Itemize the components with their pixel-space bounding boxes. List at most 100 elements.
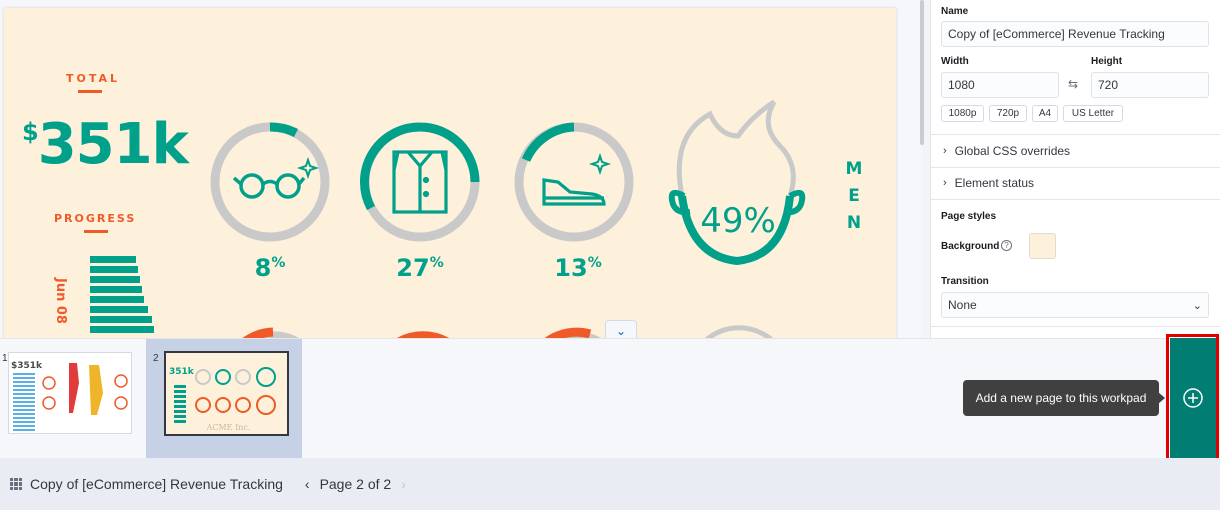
progress-date: Jun 08 bbox=[53, 278, 68, 324]
previous-page-icon[interactable]: ‹ bbox=[305, 476, 310, 492]
shoes-percent: 13% bbox=[518, 254, 638, 282]
shirt-icon bbox=[392, 150, 448, 214]
row2-ring bbox=[368, 324, 478, 338]
element-status-label: Element status bbox=[954, 176, 1035, 190]
glasses-ring-graphic bbox=[210, 122, 330, 242]
chevron-down-icon: ⌄ bbox=[615, 324, 627, 338]
workpad-settings-sidebar: Name Copy of [eCommerce] Revenue Trackin… bbox=[930, 0, 1220, 338]
total-amount: 351k bbox=[37, 112, 189, 177]
help-icon[interactable]: ? bbox=[1001, 240, 1012, 251]
page-styles-label: Page styles bbox=[941, 211, 997, 222]
progress-bar bbox=[90, 266, 138, 273]
height-input[interactable]: 720 bbox=[1091, 72, 1209, 98]
preset-1080p-button[interactable]: 1080p bbox=[941, 105, 984, 122]
shoes-percent-value: 13 bbox=[554, 254, 588, 282]
progress-bar bbox=[90, 256, 136, 263]
row2-ring-graphic bbox=[704, 325, 774, 338]
add-page-button[interactable] bbox=[1170, 338, 1216, 458]
page-thumbnail-slot-2[interactable]: 2 351k ACME Inc. bbox=[146, 339, 302, 459]
page-indicator: Page 2 of 2 bbox=[319, 476, 392, 492]
progress-bar bbox=[90, 306, 148, 313]
row2-ring bbox=[684, 316, 794, 338]
chevron-right-icon: › bbox=[943, 145, 947, 157]
canvas-area: TOTAL $351k PROGRESS Jun 08 8% 27% 13% 4… bbox=[0, 0, 922, 338]
swap-dimensions-icon[interactable]: ⇆ bbox=[1068, 77, 1078, 91]
progress-underline bbox=[84, 230, 108, 233]
progress-bar bbox=[90, 316, 152, 323]
canvas-app: TOTAL $351k PROGRESS Jun 08 8% 27% 13% 4… bbox=[0, 0, 1220, 510]
transition-select[interactable]: None ⌄ bbox=[941, 292, 1209, 318]
divider bbox=[931, 167, 1220, 168]
name-label: Name bbox=[941, 6, 969, 17]
shirt-percent-value: 27 bbox=[396, 254, 430, 282]
progress-bar bbox=[90, 286, 142, 293]
add-page-tooltip: Add a new page to this workpad bbox=[963, 380, 1159, 416]
shirt-percent-unit: % bbox=[429, 255, 444, 271]
total-label: TOTAL bbox=[66, 72, 121, 85]
preset-720p-button[interactable]: 720p bbox=[989, 105, 1027, 122]
men-letter: M bbox=[845, 159, 863, 179]
glasses-percent: 8% bbox=[210, 254, 330, 282]
total-value: $351k bbox=[22, 112, 189, 177]
page-number: 2 bbox=[153, 353, 159, 364]
divider bbox=[931, 326, 1220, 327]
next-page-icon[interactable]: › bbox=[401, 476, 406, 492]
shoes-ring-graphic bbox=[514, 122, 634, 242]
progress-stack bbox=[90, 256, 160, 336]
page-number: 1 bbox=[2, 353, 8, 364]
workpad-page[interactable]: TOTAL $351k PROGRESS Jun 08 8% 27% 13% 4… bbox=[4, 8, 896, 338]
head-graphic: 49% bbox=[660, 96, 814, 272]
progress-bar bbox=[90, 296, 144, 303]
chevron-right-icon: › bbox=[943, 177, 947, 189]
thumb2-footer: ACME Inc. bbox=[206, 423, 251, 432]
shirt-ring bbox=[358, 120, 482, 244]
glasses-ring bbox=[208, 120, 332, 244]
thumb1-illustration bbox=[42, 363, 128, 415]
divider bbox=[931, 199, 1220, 200]
tooltip-arrow bbox=[1158, 392, 1165, 404]
divider bbox=[931, 134, 1220, 135]
progress-bar bbox=[90, 276, 140, 283]
name-input[interactable]: Copy of [eCommerce] Revenue Tracking bbox=[941, 21, 1209, 47]
plus-circle-icon bbox=[1183, 388, 1203, 408]
progress-label: PROGRESS bbox=[54, 212, 137, 225]
page-thumbnail-slot-1[interactable]: 1 $351k bbox=[0, 339, 140, 459]
workpad-title[interactable]: Copy of [eCommerce] Revenue Tracking bbox=[30, 476, 283, 492]
page-1-thumbnail[interactable]: $351k bbox=[8, 352, 132, 434]
shoes-ring bbox=[512, 120, 636, 244]
row2-ring-graphic bbox=[396, 331, 450, 338]
workpad-footer: Copy of [eCommerce] Revenue Tracking ‹ P… bbox=[0, 458, 1220, 510]
shirt-percent: 27% bbox=[360, 254, 480, 282]
men-label: M E N bbox=[844, 156, 864, 237]
glasses-percent-value: 8 bbox=[254, 254, 272, 282]
preset-us-letter-button[interactable]: US Letter bbox=[1063, 105, 1123, 122]
global-css-accordion[interactable]: › Global CSS overrides bbox=[943, 144, 1070, 158]
head-illustration: 49% bbox=[668, 99, 806, 266]
chevron-down-icon: ⌄ bbox=[1192, 299, 1202, 312]
collapse-tray-button[interactable]: ⌄ bbox=[605, 320, 637, 338]
head-percent: 49% bbox=[700, 201, 776, 241]
scrollbar[interactable] bbox=[920, 0, 924, 145]
height-label: Height bbox=[1091, 56, 1123, 67]
shoe-icon bbox=[542, 152, 612, 206]
shirt-ring-graphic bbox=[360, 122, 480, 242]
men-letter: E bbox=[848, 186, 860, 206]
row2-ring bbox=[218, 324, 328, 338]
page-2-thumbnail[interactable]: 351k ACME Inc. bbox=[164, 351, 289, 436]
total-dollar-sign: $ bbox=[22, 118, 39, 146]
row2-ring-graphic bbox=[242, 327, 300, 338]
background-label: Background bbox=[941, 241, 1000, 252]
total-underline bbox=[78, 90, 102, 93]
element-status-accordion[interactable]: › Element status bbox=[943, 176, 1034, 190]
grid-icon[interactable] bbox=[10, 478, 22, 490]
glasses-percent-unit: % bbox=[271, 255, 286, 271]
transition-label: Transition bbox=[941, 276, 989, 287]
glasses-icon bbox=[232, 156, 320, 199]
shoes-percent-unit: % bbox=[587, 255, 602, 271]
width-label: Width bbox=[941, 56, 969, 67]
global-css-label: Global CSS overrides bbox=[954, 144, 1071, 158]
background-color-swatch[interactable] bbox=[1029, 233, 1056, 259]
width-input[interactable]: 1080 bbox=[941, 72, 1059, 98]
progress-bar bbox=[90, 326, 154, 333]
preset-a4-button[interactable]: A4 bbox=[1032, 105, 1058, 122]
